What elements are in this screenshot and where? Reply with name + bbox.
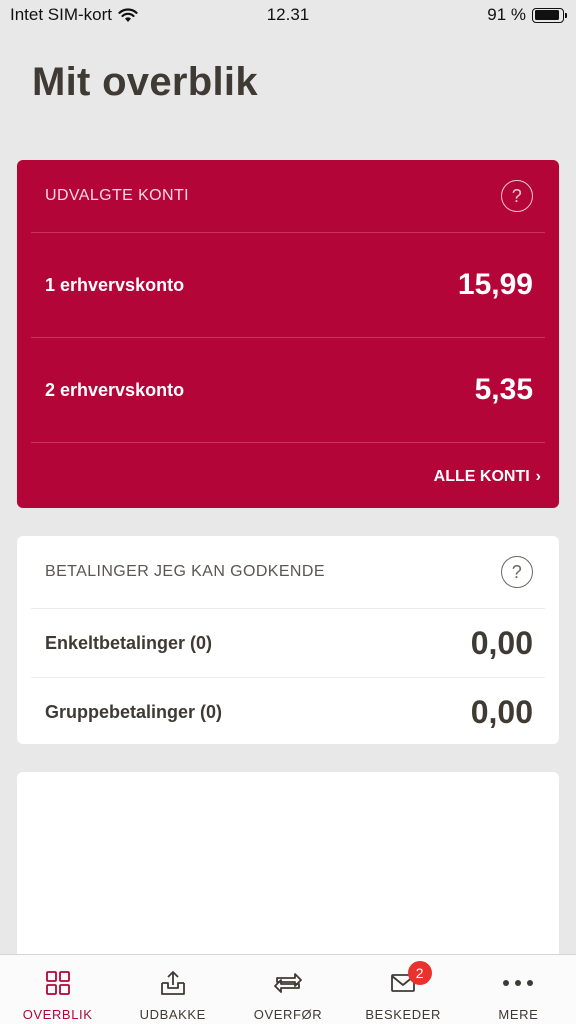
selected-accounts-card: UDVALGTE KONTI ? 1 erhvervskonto 15,99 2… [17,160,559,508]
tab-overblik[interactable]: OVERBLIK [0,955,115,1024]
page-title: Mit overblik [32,60,258,104]
all-accounts-link[interactable]: ALLE KONTI › [17,443,559,511]
help-icon[interactable]: ? [501,556,533,588]
selected-accounts-title: UDVALGTE KONTI [45,187,189,204]
account-balance: 15,99 [457,268,533,301]
payment-row-single[interactable]: Enkeltbetalinger (0) 0,00 [17,609,559,677]
payments-card: BETALINGER JEG KAN GODKENDE ? Enkeltbeta… [17,536,559,744]
selected-accounts-header: UDVALGTE KONTI ? [17,160,559,232]
transfer-icon [273,969,303,997]
all-accounts-label: ALLE KONTI [433,468,530,485]
battery-fill [534,10,560,20]
status-bar: Intet SIM-kort 12.31 91 % [0,0,576,30]
tab-label: UDBAKKE [139,1007,206,1022]
battery-group: 91 % [487,5,567,25]
account-name: 1 erhvervskonto [45,274,185,295]
tab-label: OVERFØR [253,1007,323,1022]
account-row-1[interactable]: 1 erhvervskonto 15,99 [17,233,559,337]
account-row-2[interactable]: 2 erhvervskonto 5,35 [17,338,559,442]
tab-udbakke[interactable]: UDBAKKE [115,955,230,1024]
help-icon[interactable]: ? [501,180,533,212]
tab-label: MERE [498,1007,539,1022]
payment-row-group[interactable]: Gruppebetalinger (0) 0,00 [17,678,559,746]
battery-icon [532,7,567,23]
battery-percent: 91 % [487,5,526,24]
tab-label: BESKEDER [365,1007,442,1022]
chevron-right-icon: › [535,468,541,485]
tab-beskeder[interactable]: 2 BESKEDER [346,955,461,1024]
tab-overfoer[interactable]: OVERFØR [230,955,345,1024]
more-icon [502,969,534,997]
grid-icon [45,969,71,997]
tab-label: OVERBLIK [22,1007,93,1022]
outbox-icon [159,969,187,997]
payment-name: Gruppebetalinger (0) [45,701,223,722]
payment-amount: 0,00 [470,624,533,661]
payments-header: BETALINGER JEG KAN GODKENDE ? [17,536,559,608]
payments-title: BETALINGER JEG KAN GODKENDE [45,563,325,580]
payment-amount: 0,00 [470,693,533,730]
account-balance: 5,35 [474,373,533,406]
unread-badge: 2 [407,961,432,985]
payment-name: Enkeltbetalinger (0) [45,632,213,653]
empty-card [17,772,559,962]
account-name: 2 erhvervskonto [45,379,185,400]
tab-bar: OVERBLIK UDBAKKE OVERFØR 2 BESKEDER MERE [0,954,576,1024]
tab-mere[interactable]: MERE [461,955,576,1024]
